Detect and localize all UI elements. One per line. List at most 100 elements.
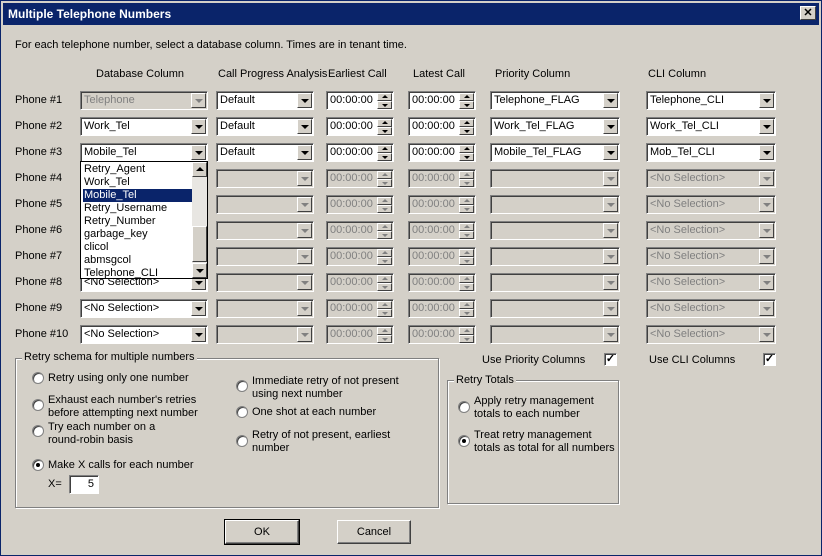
chevron-down-icon[interactable] [603,145,618,160]
spin-down-icon[interactable] [377,101,392,109]
call-progress-select[interactable] [216,273,314,292]
chevron-down-icon[interactable] [297,223,312,238]
call-progress-select[interactable]: Default [216,91,314,110]
priority-column-select[interactable]: Mobile_Tel_FLAG [490,143,620,162]
chevron-down-icon[interactable] [191,119,206,134]
latest-call-spinner[interactable]: 00:00:00 [408,143,476,162]
earliest-call-spinner[interactable]: 00:00:00 [326,143,394,162]
priority-column-select[interactable] [490,169,620,188]
use-cli-checkbox[interactable]: ✓ [763,353,776,366]
close-icon[interactable]: ✕ [800,6,816,20]
chevron-down-icon[interactable] [191,93,206,108]
call-progress-select[interactable]: Default [216,117,314,136]
chevron-down-icon[interactable] [603,119,618,134]
spin-down-icon[interactable] [459,257,474,265]
spin-down-icon[interactable] [459,335,474,343]
earliest-call-spinner[interactable]: 00:00:00 [326,247,394,266]
priority-column-select[interactable]: Work_Tel_FLAG [490,117,620,136]
use-priority-checkbox[interactable]: ✓ [604,353,617,366]
latest-call-spinner[interactable]: 00:00:00 [408,299,476,318]
call-progress-select[interactable] [216,195,314,214]
chevron-down-icon[interactable] [759,275,774,290]
priority-column-select[interactable]: Telephone_FLAG [490,91,620,110]
cli-column-select[interactable]: <No Selection> [646,325,776,344]
spin-down-icon[interactable] [377,127,392,135]
cli-column-select[interactable]: <No Selection> [646,221,776,240]
spin-down-icon[interactable] [377,309,392,317]
spin-up-icon[interactable] [377,145,392,153]
call-progress-select[interactable]: Default [216,143,314,162]
earliest-call-spinner[interactable]: 00:00:00 [326,299,394,318]
chevron-down-icon[interactable] [297,119,312,134]
spin-up-icon[interactable] [459,301,474,309]
dropdown-list-item[interactable]: abmsgcol [83,254,193,267]
spin-down-icon[interactable] [459,205,474,213]
radio-retry-one-number[interactable] [32,372,44,384]
dropdown-list-item[interactable]: garbage_key [83,228,193,241]
chevron-down-icon[interactable] [297,145,312,160]
chevron-down-icon[interactable] [759,197,774,212]
chevron-down-icon[interactable] [603,171,618,186]
earliest-call-spinner[interactable]: 00:00:00 [326,325,394,344]
spin-up-icon[interactable] [459,275,474,283]
spin-down-icon[interactable] [459,179,474,187]
spin-up-icon[interactable] [459,145,474,153]
spin-up-icon[interactable] [459,119,474,127]
dropdown-scrollbar[interactable] [192,162,207,278]
latest-call-spinner[interactable]: 00:00:00 [408,247,476,266]
cli-column-select[interactable]: <No Selection> [646,169,776,188]
x-value-input[interactable]: 5 [69,475,99,494]
database-column-select[interactable]: Telephone [80,91,208,110]
chevron-down-icon[interactable] [297,197,312,212]
latest-call-spinner[interactable]: 00:00:00 [408,273,476,292]
chevron-down-icon[interactable] [759,301,774,316]
chevron-down-icon[interactable] [297,301,312,316]
cli-column-select[interactable]: <No Selection> [646,299,776,318]
spin-down-icon[interactable] [459,127,474,135]
database-column-select[interactable]: Mobile_Tel [80,143,208,162]
dropdown-list-item[interactable]: Mobile_Tel [83,189,193,202]
spin-up-icon[interactable] [459,171,474,179]
priority-column-select[interactable] [490,273,620,292]
priority-column-select[interactable] [490,299,620,318]
chevron-down-icon[interactable] [759,119,774,134]
call-progress-select[interactable] [216,325,314,344]
call-progress-select[interactable] [216,169,314,188]
radio-make-x-calls[interactable] [32,459,44,471]
cli-column-select[interactable]: <No Selection> [646,247,776,266]
spin-up-icon[interactable] [377,119,392,127]
spin-down-icon[interactable] [459,283,474,291]
latest-call-spinner[interactable]: 00:00:00 [408,221,476,240]
spin-up-icon[interactable] [459,327,474,335]
chevron-down-icon[interactable] [297,275,312,290]
cli-column-select[interactable]: <No Selection> [646,195,776,214]
cli-column-select[interactable]: <No Selection> [646,273,776,292]
scroll-thumb[interactable] [192,226,207,262]
dropdown-list-item[interactable]: Telephone_CLI [83,267,193,278]
latest-call-spinner[interactable]: 00:00:00 [408,91,476,110]
chevron-down-icon[interactable] [297,93,312,108]
chevron-down-icon[interactable] [759,93,774,108]
chevron-down-icon[interactable] [603,249,618,264]
chevron-down-icon[interactable] [297,249,312,264]
cli-column-select[interactable]: Mob_Tel_CLI [646,143,776,162]
spin-up-icon[interactable] [459,249,474,257]
latest-call-spinner[interactable]: 00:00:00 [408,169,476,188]
chevron-down-icon[interactable] [191,327,206,342]
earliest-call-spinner[interactable]: 00:00:00 [326,169,394,188]
priority-column-select[interactable] [490,325,620,344]
earliest-call-spinner[interactable]: 00:00:00 [326,117,394,136]
radio-apply-each-number[interactable] [458,401,470,413]
spin-down-icon[interactable] [377,231,392,239]
chevron-down-icon[interactable] [297,327,312,342]
spin-up-icon[interactable] [377,171,392,179]
earliest-call-spinner[interactable]: 00:00:00 [326,91,394,110]
scroll-down-icon[interactable] [192,263,207,278]
chevron-down-icon[interactable] [603,327,618,342]
chevron-down-icon[interactable] [603,223,618,238]
earliest-call-spinner[interactable]: 00:00:00 [326,195,394,214]
spin-down-icon[interactable] [377,283,392,291]
call-progress-select[interactable] [216,299,314,318]
chevron-down-icon[interactable] [603,275,618,290]
database-column-dropdown-list[interactable]: Retry_Agent Work_Tel Mobile_Tel Retry_Usern… [80,161,208,279]
